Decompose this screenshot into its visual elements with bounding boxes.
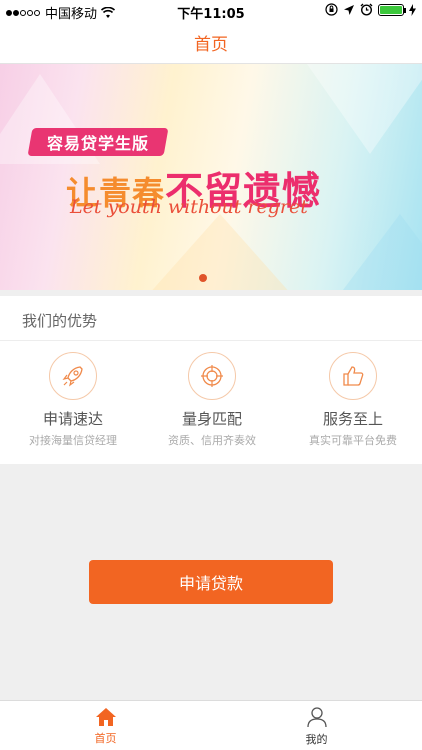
- tab-mine[interactable]: 我的: [211, 701, 422, 750]
- page-title: 首页: [194, 35, 228, 55]
- advantage-item-service: 服务至上 真实可靠平台免费: [283, 352, 422, 448]
- advantage-desc: 对接海量信贷经理: [29, 434, 117, 447]
- alarm-icon: [360, 3, 373, 16]
- carousel-page-indicator[interactable]: [199, 274, 207, 282]
- location-arrow-icon: [344, 4, 354, 15]
- thumbs-up-icon: [329, 352, 377, 400]
- home-icon: [95, 708, 116, 726]
- advantage-item-fast-apply: 申请速达 对接海量信贷经理: [3, 352, 143, 448]
- promo-banner[interactable]: 容易贷学生版 让青春不留遗憾 Let youth without regret: [0, 64, 422, 290]
- advantages-section: 我们的优势 申请速达 对接海量信贷经理 量身匹配 资质、信用齐奏效 服务至上 真…: [0, 296, 422, 464]
- banner-badge: 容易贷学生版: [27, 128, 169, 156]
- tab-bar: 首页 我的: [0, 700, 422, 750]
- status-bar: 中国移动 下午11:05: [0, 0, 422, 22]
- tab-mine-label: 我的: [305, 733, 328, 746]
- tab-home[interactable]: 首页: [0, 701, 211, 750]
- charging-icon: [409, 3, 416, 16]
- user-icon: [306, 707, 327, 728]
- navigation-bar: 首页: [0, 22, 422, 64]
- advantage-item-tailored: 量身匹配 资质、信用齐奏效: [142, 352, 282, 448]
- battery-icon: [378, 3, 406, 16]
- banner-subtitle: Let youth without regret: [70, 196, 308, 218]
- tab-home-label: 首页: [94, 732, 117, 745]
- advantage-name: 服务至上: [322, 410, 383, 428]
- rocket-icon: [49, 352, 97, 400]
- orientation-lock-icon: [325, 3, 338, 16]
- advantage-desc: 资质、信用齐奏效: [168, 434, 256, 447]
- status-right: [325, 3, 416, 16]
- target-icon: [188, 352, 236, 400]
- advantage-desc: 真实可靠平台免费: [309, 434, 397, 447]
- advantage-name: 量身匹配: [181, 410, 242, 428]
- apply-loan-button[interactable]: 申请贷款: [89, 560, 333, 604]
- advantages-title: 我们的优势: [22, 312, 98, 330]
- advantage-name: 申请速达: [42, 410, 103, 428]
- divider: [0, 340, 422, 341]
